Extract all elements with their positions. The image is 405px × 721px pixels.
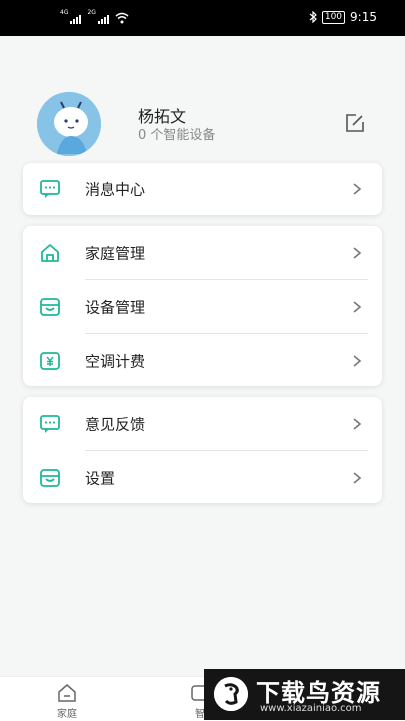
watermark-url: www.xiazainiao.com bbox=[260, 703, 362, 714]
yuan-bill-icon bbox=[40, 352, 60, 370]
chevron-right-icon bbox=[353, 418, 362, 430]
watermark-banner: 下载鸟资源 www.xiazainiao.com bbox=[204, 669, 405, 720]
chevron-right-icon bbox=[353, 301, 362, 313]
watermark-logo-icon bbox=[214, 677, 248, 711]
home-icon bbox=[41, 244, 59, 262]
settings-box-icon bbox=[40, 469, 60, 487]
menu-item-message-center[interactable]: 消息中心 bbox=[23, 163, 382, 215]
menu-item-settings[interactable]: 设置 bbox=[23, 451, 382, 505]
device-count: 0 个智能设备 bbox=[138, 128, 216, 143]
edit-profile-icon[interactable] bbox=[344, 112, 366, 134]
menu-card-management: 家庭管理 设备管理 空调计费 bbox=[23, 226, 382, 386]
menu-item-label: 设置 bbox=[85, 469, 116, 488]
menu-item-label: 家庭管理 bbox=[85, 244, 146, 263]
status-bar: 4G 2G 100 9:15 bbox=[0, 0, 405, 36]
menu-item-label: 空调计费 bbox=[85, 352, 146, 371]
feedback-icon bbox=[40, 415, 60, 433]
chevron-right-icon bbox=[353, 472, 362, 484]
menu-item-device-management[interactable]: 设备管理 bbox=[23, 280, 382, 334]
home-tab-icon bbox=[58, 684, 76, 702]
menu-item-feedback[interactable]: 意见反馈 bbox=[23, 397, 382, 451]
signal-icon: 2G bbox=[87, 9, 109, 24]
status-time: 9:15 bbox=[350, 10, 377, 24]
tab-label: 家庭 bbox=[57, 709, 77, 720]
chevron-right-icon bbox=[353, 247, 362, 259]
chevron-right-icon bbox=[353, 355, 362, 367]
menu-item-label: 消息中心 bbox=[85, 180, 146, 199]
message-icon bbox=[40, 180, 60, 198]
signal-icon: 4G bbox=[60, 9, 82, 24]
menu-card-other: 意见反馈 设置 bbox=[23, 397, 382, 503]
menu-item-home-management[interactable]: 家庭管理 bbox=[23, 226, 382, 280]
battery-indicator: 100 bbox=[321, 10, 346, 24]
device-box-icon bbox=[40, 298, 60, 316]
avatar-image bbox=[37, 92, 101, 156]
bluetooth-icon bbox=[309, 11, 317, 23]
menu-item-label: 意见反馈 bbox=[85, 415, 146, 434]
menu-item-label: 设备管理 bbox=[85, 298, 146, 317]
menu-card-messages: 消息中心 bbox=[23, 163, 382, 215]
chevron-right-icon bbox=[353, 183, 362, 195]
avatar[interactable] bbox=[37, 92, 101, 156]
tab-home[interactable]: 家庭 bbox=[47, 683, 87, 720]
menu-item-ac-billing[interactable]: 空调计费 bbox=[23, 334, 382, 388]
wifi-icon bbox=[115, 12, 129, 24]
